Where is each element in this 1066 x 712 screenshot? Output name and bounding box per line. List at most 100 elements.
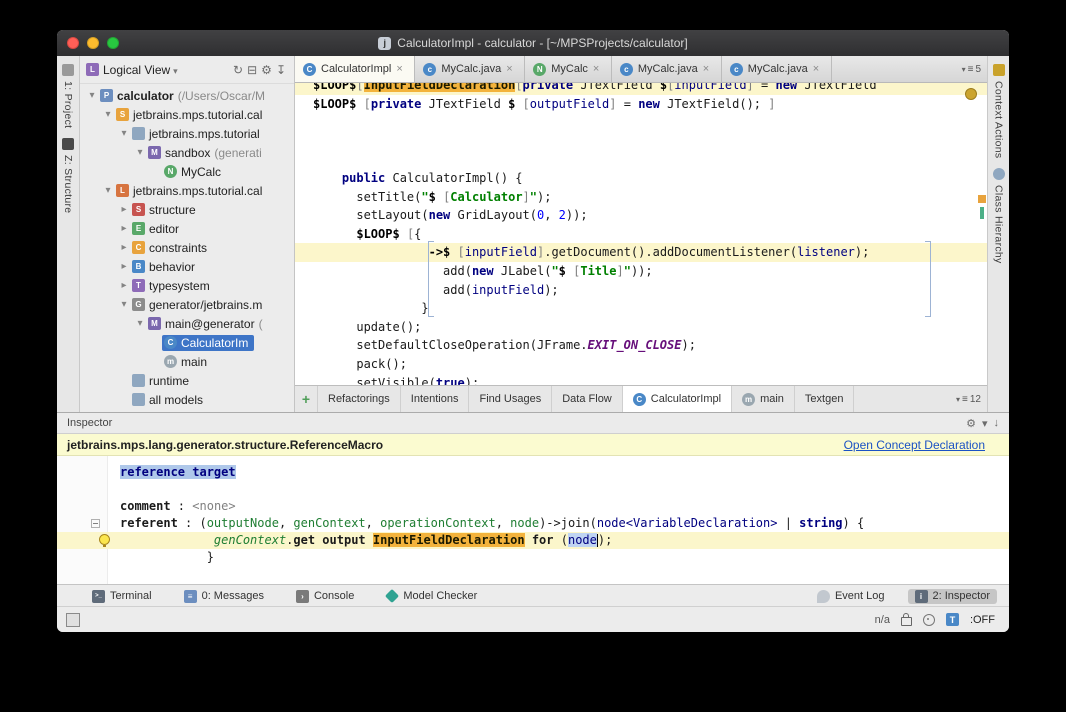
code-token[interactable]: : ( (178, 516, 207, 530)
code-token[interactable]: true (436, 376, 465, 386)
code-token[interactable]: setVisible( (313, 376, 435, 386)
editor-bottom-tab[interactable]: Textgen (795, 386, 855, 412)
code-token[interactable]: genContext (214, 533, 286, 547)
code-line[interactable]: pack(); (295, 355, 987, 374)
code-token[interactable]: Title (580, 264, 616, 278)
tree-item[interactable]: jetbrains.mps.tutorial (80, 124, 294, 143)
editor-tab[interactable]: MyCalc (525, 56, 612, 82)
close-icon[interactable] (396, 63, 406, 75)
code-token[interactable]: reference target (120, 465, 236, 479)
code-line[interactable]: referent : (outputNode, genContext, oper… (57, 515, 1009, 532)
tool-strip-button[interactable]: Class Hierarchy (992, 168, 1005, 264)
code-token[interactable]: $ (660, 83, 667, 92)
tree-expand-arrow-icon[interactable] (118, 261, 130, 272)
code-token[interactable]: [ (566, 264, 580, 278)
code-token[interactable]: private (523, 83, 574, 92)
code-token[interactable]: $ (429, 190, 436, 204)
tool-window-button[interactable]: 0: Messages (177, 589, 271, 604)
tree-expand-arrow-icon[interactable] (134, 318, 146, 329)
tree-item[interactable]: main (80, 352, 294, 371)
tool-window-button[interactable]: Event Log (810, 589, 892, 604)
tree-item[interactable]: jetbrains.mps.tutorial.cal (80, 105, 294, 124)
code-token[interactable]: , (366, 516, 380, 530)
tree-item[interactable]: constraints (80, 238, 294, 257)
tree-expand-arrow-icon[interactable] (86, 90, 98, 101)
code-token[interactable] (313, 115, 320, 129)
code-token[interactable] (313, 245, 429, 259)
code-token[interactable]: { (414, 227, 421, 241)
code-token[interactable]: )); (631, 264, 653, 278)
code-token[interactable]: setLayout( (313, 208, 428, 222)
code-token[interactable]: add( (313, 264, 472, 278)
lock-icon[interactable] (900, 613, 912, 626)
titlebar[interactable]: j CalculatorImpl - calculator - [~/MPSPr… (57, 30, 1009, 57)
code-token[interactable]: " (421, 190, 428, 204)
code-token[interactable]: ] (768, 97, 775, 111)
pin-icon[interactable]: ↧ (274, 63, 288, 77)
code-token[interactable]: inputField (465, 245, 537, 259)
code-token[interactable]: InputFieldDeclaration (363, 83, 516, 92)
code-token[interactable]: JTextField (421, 97, 508, 111)
editor-tab[interactable]: MyCalc.java (415, 56, 526, 82)
code-token[interactable]: )); (566, 208, 588, 222)
code-token[interactable]: ); (598, 533, 612, 547)
tool-window-button[interactable]: 2: Inspector (907, 588, 997, 604)
code-token[interactable]: , (279, 516, 293, 530)
code-token[interactable]: EXIT_ON_CLOSE (588, 338, 682, 352)
scrollbar-warning-mark[interactable] (978, 195, 986, 203)
code-token[interactable]: $LOOP$ (313, 97, 356, 111)
code-line[interactable]: ->$ [inputField].getDocument().addDocume… (295, 243, 987, 262)
code-token[interactable] (366, 533, 373, 547)
tree-item[interactable]: MyCalc (80, 162, 294, 181)
editor-bottom-tab[interactable]: main (732, 386, 795, 412)
fold-marker-icon[interactable] (91, 519, 100, 528)
code-token[interactable]: JTextField (573, 83, 660, 92)
code-line[interactable]: add(inputField); (295, 281, 987, 300)
hide-icon[interactable]: ↓ (994, 417, 1000, 430)
code-token[interactable]: referent (120, 516, 178, 530)
code-line[interactable]: } (57, 549, 1009, 566)
code-token[interactable]: node (510, 516, 539, 530)
inspector-header[interactable]: Inspector ⚙ ▾ ↓ (57, 413, 1009, 434)
code-token[interactable]: new (429, 208, 451, 222)
highlight-level-icon[interactable] (922, 613, 935, 626)
code-token[interactable]: ] (616, 264, 623, 278)
code-token[interactable]: JTextField(); (660, 97, 768, 111)
tree-item[interactable]: generator/jetbrains.m (80, 295, 294, 314)
code-line[interactable]: setTitle("$ [Calculator]"); (295, 188, 987, 207)
code-token[interactable]: } (313, 301, 428, 315)
code-token[interactable]: " (624, 264, 631, 278)
code-line[interactable]: genContext.get output InputFieldDeclarat… (57, 532, 1009, 549)
code-line[interactable]: $LOOP$ [private JTextField $ [outputFiel… (295, 95, 987, 114)
tree-expand-arrow-icon[interactable] (118, 299, 130, 310)
bottom-tab-overflow-widget[interactable]: 12 (950, 386, 987, 412)
tree-item[interactable]: jetbrains.mps.tutorial.cal (80, 181, 294, 200)
code-line[interactable]: $LOOP$ [{ (295, 225, 987, 244)
gear-icon[interactable]: ⚙ (259, 63, 274, 77)
editor-bottom-tab[interactable]: Intentions (401, 386, 470, 412)
toolwindow-toggle-icon[interactable] (66, 612, 80, 627)
code-line[interactable]: add(new JLabel("$ [Title]")); (295, 262, 987, 281)
code-token[interactable]: get output (293, 533, 365, 547)
code-token[interactable] (120, 533, 214, 547)
editor-bottom-tab[interactable]: Data Flow (552, 386, 623, 412)
code-token[interactable]: outputField (530, 97, 609, 111)
code-token[interactable]: for (525, 533, 561, 547)
code-line[interactable]: comment : <none> (57, 498, 1009, 515)
code-token[interactable]: } (120, 550, 214, 564)
code-token[interactable] (313, 171, 342, 185)
code-token[interactable]: )->join( (539, 516, 597, 530)
tree-item[interactable]: editor (80, 219, 294, 238)
code-token[interactable]: : (171, 499, 193, 513)
code-token[interactable]: | (777, 516, 799, 530)
tree-expand-arrow-icon[interactable] (118, 223, 130, 234)
code-token[interactable]: JTextField (797, 83, 876, 92)
code-token[interactable]: " (551, 264, 558, 278)
tree-expand-arrow-icon[interactable] (118, 280, 130, 291)
code-token[interactable]: ] (609, 97, 616, 111)
code-token[interactable]: add( (313, 283, 472, 297)
close-icon[interactable] (593, 63, 603, 75)
code-token[interactable]: = (617, 97, 639, 111)
code-token[interactable]: , (544, 208, 558, 222)
code-token[interactable]: ( (561, 533, 568, 547)
